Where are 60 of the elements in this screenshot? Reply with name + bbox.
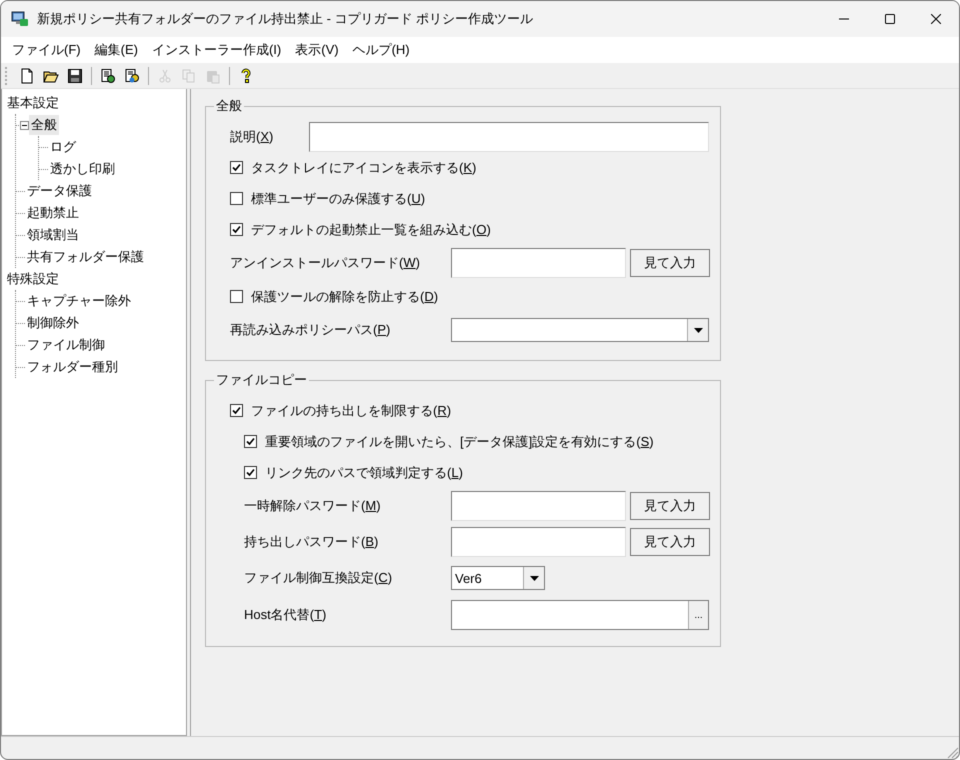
- window-title: 新規ポリシー共有フォルダーのファイル持出禁止 - コプリガード ポリシー作成ツール: [37, 10, 534, 28]
- tree-item[interactable]: 領域割当: [25, 225, 81, 245]
- menu-item[interactable]: ファイル(F): [5, 39, 88, 61]
- field-label: 一時解除パスワード(M): [244, 497, 382, 515]
- tree-item[interactable]: 全般: [29, 115, 59, 135]
- checkbox-label: デフォルトの起動禁止一覧を組み込む(O): [251, 220, 491, 238]
- tree-item[interactable]: ファイル制御: [25, 335, 107, 355]
- field-label: アンインストールパスワード(W): [230, 254, 421, 272]
- checkbox[interactable]: [230, 223, 243, 236]
- field-label: 持ち出しパスワード(B): [244, 533, 380, 551]
- close-icon: [931, 14, 941, 24]
- input-field[interactable]: [309, 122, 709, 152]
- dropdown[interactable]: Ver6: [451, 566, 545, 590]
- tree-item[interactable]: ログ: [48, 137, 78, 157]
- menu-item[interactable]: 編集(E): [88, 39, 145, 61]
- tree-item[interactable]: キャプチャー除外: [25, 291, 133, 311]
- show-input-button[interactable]: 見て入力: [630, 492, 710, 520]
- field-label: 再読み込みポリシーパス(P): [230, 321, 392, 339]
- field-label: 説明(X): [230, 128, 274, 146]
- group-title: ファイルコピー: [215, 371, 308, 389]
- checkbox-label: 重要領域のファイルを開いたら、[データ保護]設定を有効にする(S): [265, 432, 654, 450]
- password-field[interactable]: [451, 527, 626, 557]
- menu-item[interactable]: インストーラー作成(I): [144, 39, 288, 61]
- tree-item[interactable]: 基本設定: [2, 93, 61, 113]
- checkbox[interactable]: [230, 192, 243, 205]
- password-field[interactable]: [451, 491, 626, 521]
- checkbox[interactable]: [230, 404, 243, 417]
- browse-button[interactable]: ...: [688, 601, 708, 629]
- app-icon: [11, 11, 29, 27]
- checkbox[interactable]: [244, 435, 257, 448]
- tree-item[interactable]: 特殊設定: [2, 269, 61, 289]
- maximize-icon: [885, 14, 895, 24]
- field-label: ファイル制御互換設定(C): [244, 569, 394, 587]
- tree-item[interactable]: 起動禁止: [25, 203, 81, 223]
- tree-item[interactable]: 透かし印刷: [48, 159, 117, 179]
- checkbox[interactable]: [230, 290, 243, 303]
- checkbox[interactable]: [244, 466, 257, 479]
- checkbox-label: 標準ユーザーのみ保護する(U): [251, 190, 426, 208]
- resize-grip-icon[interactable]: [945, 745, 959, 759]
- tree-item[interactable]: 制御除外: [25, 313, 81, 333]
- show-input-button[interactable]: 見て入力: [630, 249, 710, 277]
- checkbox-label: ファイルの持ち出しを制限する(R): [251, 402, 452, 420]
- menu-item[interactable]: 表示(V): [288, 39, 346, 61]
- caret-icon: [530, 576, 538, 580]
- password-field[interactable]: [451, 248, 626, 278]
- field-label: Host名代替(T): [244, 606, 328, 624]
- show-input-button[interactable]: 見て入力: [630, 528, 710, 556]
- menu-item[interactable]: ヘルプ(H): [346, 39, 417, 61]
- checkbox[interactable]: [230, 161, 243, 174]
- checkbox-label: リンク先のパスで領域判定する(L): [265, 464, 463, 482]
- collapse-icon[interactable]: [20, 120, 29, 130]
- group-title: 全般: [215, 97, 243, 115]
- checkbox-label: 保護ツールの解除を防止する(D): [251, 288, 438, 306]
- dropdown[interactable]: [451, 318, 709, 342]
- checkbox-label: タスクトレイにアイコンを表示する(K): [251, 158, 476, 176]
- path-field[interactable]: ...: [451, 600, 709, 630]
- tree-item[interactable]: 共有フォルダー保護: [25, 247, 146, 267]
- tree-item[interactable]: データ保護: [25, 181, 94, 201]
- caret-icon: [694, 328, 702, 332]
- tree-item[interactable]: フォルダー種別: [25, 357, 120, 377]
